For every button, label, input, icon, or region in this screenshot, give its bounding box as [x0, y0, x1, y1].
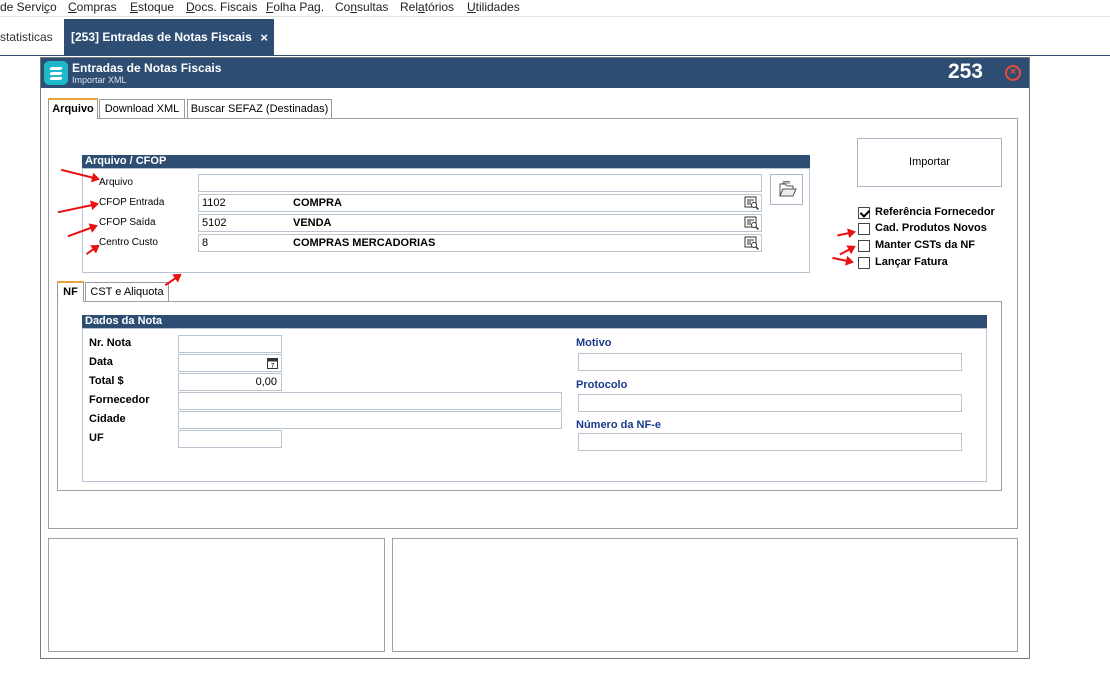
- menu-docs-fiscais[interactable]: Docs. Fiscais: [186, 0, 257, 15]
- referencia-fornecedor-checkbox[interactable]: [858, 207, 870, 219]
- cfop-entrada-code: 1102: [202, 197, 226, 209]
- protocolo-label: Protocolo: [576, 379, 628, 391]
- referencia-fornecedor-label: Referência Fornecedor: [875, 206, 995, 218]
- close-window-icon[interactable]: ×: [1005, 65, 1021, 81]
- cfop-saida-code: 5102: [202, 217, 227, 229]
- tab-arquivo[interactable]: Arquivo: [48, 98, 98, 119]
- nr-nota-input[interactable]: [178, 335, 282, 353]
- manter-csts-checkbox[interactable]: [858, 240, 870, 252]
- fornecedor-label: Fornecedor: [89, 394, 150, 406]
- numero-nfe-label: Número da NF-e: [576, 419, 661, 431]
- fornecedor-input[interactable]: [178, 392, 562, 410]
- lookup-search-icon[interactable]: [744, 236, 759, 250]
- svg-text:7: 7: [271, 363, 275, 370]
- cidade-label: Cidade: [89, 413, 126, 425]
- centro-custo-field[interactable]: 8 COMPRAS MERCADORIAS: [198, 234, 762, 252]
- cfop-saida-label: CFOP Saída: [99, 217, 156, 228]
- document-tab-strip: statisticas [253] Entradas de Notas Fisc…: [0, 17, 1110, 56]
- log-panel-right: [392, 538, 1018, 652]
- tab-entradas-notas-fiscais[interactable]: [253] Entradas de Notas Fiscais ×: [64, 19, 274, 56]
- calendar-icon[interactable]: 7: [267, 357, 278, 369]
- cad-produtos-novos-label: Cad. Produtos Novos: [875, 222, 987, 234]
- arquivo-label: Arquivo: [99, 177, 133, 188]
- centro-custo-code: 8: [202, 237, 209, 249]
- uf-input[interactable]: [178, 430, 282, 448]
- tab-download-xml[interactable]: Download XML: [99, 99, 185, 119]
- app-logo-icon: [44, 61, 68, 85]
- browse-file-button[interactable]: [770, 174, 803, 205]
- arquivo-panel: Arquivo / CFOP Arquivo CFOP Entrada 1102…: [48, 118, 1018, 529]
- folder-open-icon: [778, 181, 797, 197]
- uf-label: UF: [89, 432, 104, 444]
- menu-consultas[interactable]: Consultas: [335, 0, 388, 15]
- menu-bar: de Serviço Compras Estoque Docs. Fiscais…: [0, 0, 1110, 17]
- arquivo-input[interactable]: [198, 174, 762, 192]
- importar-button[interactable]: Importar: [857, 138, 1002, 187]
- tab-cst-aliquota[interactable]: CST e Aliquota: [85, 282, 169, 302]
- cfop-entrada-label: CFOP Entrada: [99, 197, 165, 208]
- tab-nf[interactable]: NF: [57, 281, 84, 302]
- cidade-input[interactable]: [178, 411, 562, 429]
- menu-relatorios[interactable]: Relatórios: [400, 0, 454, 15]
- numero-nfe-input[interactable]: [578, 433, 962, 451]
- dados-nota-header: Dados da Nota: [82, 315, 987, 328]
- log-panel-left: [48, 538, 385, 652]
- centro-custo-label: Centro Custo: [99, 237, 158, 248]
- cfop-saida-field[interactable]: 5102 VENDA: [198, 214, 762, 232]
- arquivo-cfop-header: Arquivo / CFOP: [82, 155, 810, 168]
- manter-csts-label: Manter CSTs da NF: [875, 239, 976, 251]
- centro-custo-desc: COMPRAS MERCADORIAS: [293, 237, 436, 249]
- cfop-entrada-desc: COMPRA: [293, 197, 342, 209]
- menu-estoque[interactable]: Estoque: [130, 0, 174, 15]
- cfop-entrada-field[interactable]: 1102 COMPRA: [198, 194, 762, 212]
- menu-compras[interactable]: Compras: [68, 0, 117, 15]
- lookup-search-icon[interactable]: [744, 216, 759, 230]
- close-tab-icon[interactable]: ×: [260, 19, 268, 56]
- total-input[interactable]: 0,00: [178, 373, 282, 391]
- window-number: 253: [947, 60, 983, 83]
- data-input[interactable]: 7: [178, 354, 282, 372]
- menu-ordens-de-servico[interactable]: de Serviço: [0, 0, 57, 15]
- protocolo-input[interactable]: [578, 394, 962, 412]
- tab-buscar-sefaz[interactable]: Buscar SEFAZ (Destinadas): [187, 99, 332, 119]
- form-window: Entradas de Notas Fiscais Importar XML 2…: [40, 57, 1030, 659]
- cfop-saida-desc: VENDA: [293, 217, 332, 229]
- lancar-fatura-label: Lançar Fatura: [875, 256, 948, 268]
- tab-estatisticas[interactable]: statisticas: [0, 19, 53, 55]
- nr-nota-label: Nr. Nota: [89, 337, 132, 349]
- lookup-search-icon[interactable]: [744, 196, 759, 210]
- nf-panel: Dados da Nota Nr. Nota Data 7 Total $ 0,…: [57, 301, 1002, 491]
- motivo-label: Motivo: [576, 337, 612, 349]
- cad-produtos-novos-checkbox[interactable]: [858, 223, 870, 235]
- menu-utilidades[interactable]: Utilidades: [467, 0, 520, 15]
- total-label: Total $: [89, 375, 124, 387]
- tab-title: [253] Entradas de Notas Fiscais: [71, 30, 252, 44]
- motivo-input[interactable]: [578, 353, 962, 371]
- data-label: Data: [89, 356, 113, 368]
- window-subtitle: Importar XML: [72, 75, 127, 85]
- window-titlebar: Entradas de Notas Fiscais Importar XML 2…: [41, 58, 1029, 88]
- lancar-fatura-checkbox[interactable]: [858, 257, 870, 269]
- window-title: Entradas de Notas Fiscais: [72, 61, 222, 75]
- menu-folha-pag[interactable]: Folha Pag.: [266, 0, 324, 15]
